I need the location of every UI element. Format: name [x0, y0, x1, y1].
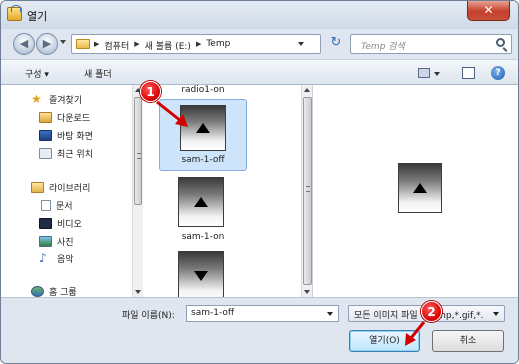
music-icon: ♪	[39, 251, 47, 265]
back-button[interactable]: ◀	[13, 33, 35, 55]
sidebar-item-label: 문서	[56, 202, 73, 212]
content-area: ★ 즐겨찾기 다운로드 바탕 화면 최근 위치 라이브러리 문서 비디오 사진 …	[1, 85, 518, 298]
sidebar-item-favorites[interactable]: ★ 즐겨찾기	[31, 93, 82, 106]
search-icon	[496, 38, 505, 47]
folder-icon	[76, 39, 90, 49]
sidebar-item-label: 라이브러리	[49, 184, 91, 194]
address-bar[interactable]: ▶ 컴퓨터 ▶ 새 볼륨 (E:) ▶ Temp	[71, 34, 321, 54]
scrollbar-thumb[interactable]	[134, 97, 142, 205]
view-options-icon[interactable]	[418, 68, 430, 78]
file-name-radio1-on[interactable]: radio1-on	[144, 85, 262, 95]
homegroup-icon	[31, 286, 44, 297]
recent-locations-dropdown[interactable]	[60, 40, 66, 44]
address-dropdown-icon[interactable]	[298, 42, 304, 46]
downloads-folder-icon	[39, 112, 52, 123]
sidebar-item-label: 즐겨찾기	[49, 96, 83, 106]
sidebar-item-label: 사진	[57, 238, 74, 248]
sidebar-item-label: 비디오	[57, 220, 82, 230]
breadcrumb-computer[interactable]: 컴퓨터	[104, 39, 129, 52]
search-input[interactable]: Temp 검색	[350, 34, 512, 54]
scroll-down-arrow-icon[interactable]	[135, 290, 141, 294]
file-name-sam-1-off[interactable]: sam-1-off	[144, 155, 262, 165]
search-placeholder: Temp 검색	[361, 42, 405, 52]
navigation-pane: ★ 즐겨찾기 다운로드 바탕 화면 최근 위치 라이브러리 문서 비디오 사진 …	[1, 85, 141, 298]
scrollbar-thumb[interactable]	[303, 97, 312, 285]
sidebar-item-libraries[interactable]: 라이브러리	[31, 181, 90, 194]
sidebar-item-documents[interactable]: 문서	[41, 199, 73, 212]
preview-image	[398, 163, 442, 213]
desktop-icon	[39, 130, 52, 141]
file-list-scrollbar[interactable]	[301, 85, 313, 297]
navigation-pane-scrollbar[interactable]	[132, 85, 143, 297]
up-arrow-icon	[413, 183, 427, 193]
forward-button[interactable]: ▶	[36, 33, 58, 55]
title-bar: 열기 ✕	[1, 1, 518, 29]
file-list: radio1-on sam-1-off sam-1-on	[143, 85, 301, 297]
breadcrumb-temp[interactable]: Temp	[206, 39, 230, 52]
sidebar-item-desktop[interactable]: 바탕 화면	[39, 129, 93, 142]
chevron-down-icon[interactable]	[493, 312, 499, 316]
window-title: 열기	[27, 10, 48, 23]
sidebar-item-music[interactable]: ♪ 음악	[39, 252, 74, 265]
file-name-sam-1-on[interactable]: sam-1-on	[144, 232, 262, 242]
sidebar-item-recent[interactable]: 최근 위치	[39, 147, 93, 160]
file-thumbnail-sam-1-off[interactable]	[180, 105, 226, 151]
file-thumbnail-partial[interactable]	[178, 251, 224, 297]
refresh-button[interactable]: ↻	[325, 35, 347, 53]
command-bar: 구성 ▾ 새 폴더 ?	[1, 59, 518, 85]
view-dropdown-icon[interactable]	[434, 72, 440, 76]
sidebar-item-downloads[interactable]: 다운로드	[39, 111, 90, 124]
scroll-down-arrow-icon[interactable]	[304, 290, 310, 294]
organize-button[interactable]: 구성 ▾	[25, 67, 49, 80]
star-icon: ★	[31, 92, 42, 106]
up-arrow-icon	[196, 123, 210, 133]
pictures-icon	[39, 236, 52, 247]
documents-icon	[41, 200, 51, 211]
recent-places-icon	[39, 148, 52, 159]
sidebar-item-pictures[interactable]: 사진	[39, 235, 74, 248]
file-thumbnail-sam-1-on[interactable]	[178, 177, 224, 227]
filename-value: sam-1-off	[191, 308, 235, 318]
breadcrumb-volume-e[interactable]: 새 볼륨 (E:)	[145, 39, 191, 52]
breadcrumb-separator: ▶	[195, 40, 202, 48]
preview-pane-toggle-icon[interactable]	[462, 67, 475, 79]
cancel-button[interactable]: 취소	[432, 330, 504, 352]
sidebar-item-label: 최근 위치	[57, 150, 93, 160]
callout-badge-2: 2	[421, 301, 442, 322]
library-icon	[31, 182, 44, 193]
navigation-bar: ◀ ▶ ▶ 컴퓨터 ▶ 새 볼륨 (E:) ▶ Temp ↻ Temp 검색	[1, 29, 518, 59]
app-icon	[7, 5, 22, 21]
preview-pane	[313, 85, 518, 297]
up-arrow-icon	[194, 197, 208, 207]
sidebar-item-label: 음악	[57, 255, 74, 265]
breadcrumb: ▶ 컴퓨터 ▶ 새 볼륨 (E:) ▶ Temp	[94, 39, 230, 52]
help-icon[interactable]: ?	[491, 66, 505, 80]
breadcrumb-separator: ▶	[94, 40, 100, 48]
callout-badge-1: 1	[140, 81, 161, 102]
open-button[interactable]: 열기(O)	[349, 330, 420, 352]
scroll-grip-icon	[137, 153, 141, 159]
sidebar-item-label: 바탕 화면	[57, 132, 93, 142]
close-button[interactable]: ✕	[467, 1, 510, 21]
filename-input[interactable]: sam-1-off	[186, 305, 339, 322]
scroll-grip-icon	[306, 186, 310, 192]
breadcrumb-separator: ▶	[134, 40, 140, 48]
sidebar-item-videos[interactable]: 비디오	[39, 217, 82, 230]
sidebar-item-label: 다운로드	[57, 114, 91, 124]
new-folder-button[interactable]: 새 폴더	[84, 67, 112, 80]
filename-label: 파일 이름(N):	[122, 311, 175, 321]
video-icon	[39, 218, 52, 229]
down-arrow-icon	[194, 271, 208, 281]
chevron-down-icon[interactable]	[327, 312, 333, 316]
scroll-up-arrow-icon[interactable]	[304, 88, 310, 92]
